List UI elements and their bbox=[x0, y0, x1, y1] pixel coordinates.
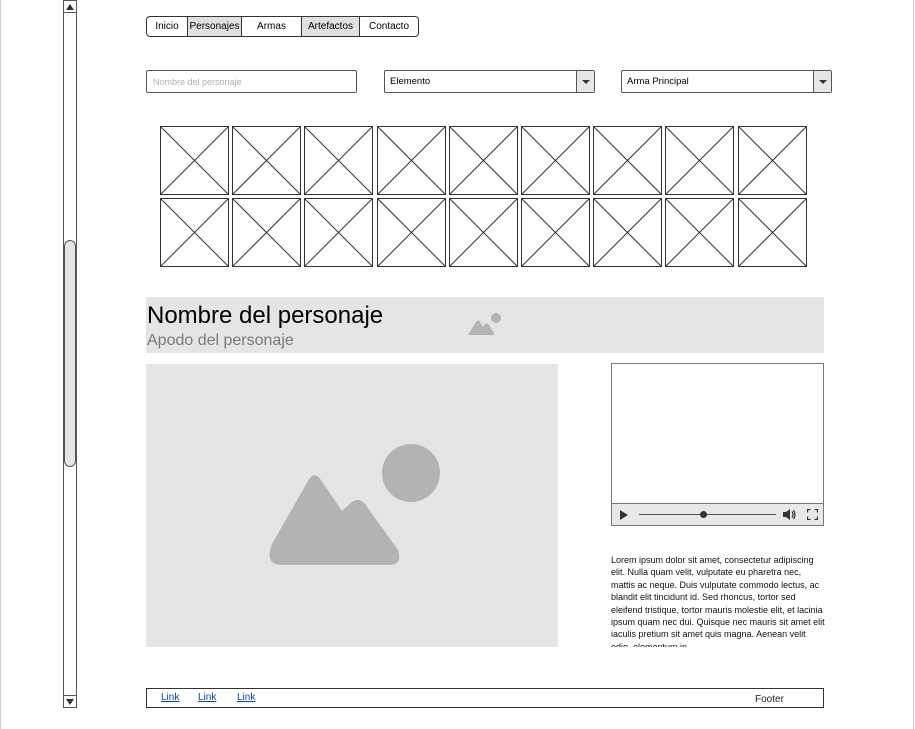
element-select-toggle[interactable] bbox=[576, 71, 594, 92]
vertical-scrollbar[interactable] bbox=[63, 0, 77, 708]
tab-inicio[interactable]: Inicio bbox=[146, 16, 188, 37]
tab-artefactos[interactable]: Artefactos bbox=[301, 16, 360, 37]
tab-contacto[interactable]: Contacto bbox=[359, 16, 419, 37]
footer: Link Link Link Footer bbox=[146, 688, 824, 708]
character-thumbnail[interactable] bbox=[665, 126, 735, 195]
element-select-value: Elemento bbox=[390, 76, 431, 87]
page-left-border bbox=[0, 0, 1, 729]
character-thumbnail[interactable] bbox=[593, 126, 663, 195]
video-seek-track[interactable] bbox=[639, 514, 776, 515]
scroll-up-icon bbox=[66, 3, 74, 10]
caret-down-icon bbox=[818, 79, 827, 84]
character-thumbnail[interactable] bbox=[593, 198, 663, 267]
character-description: Lorem ipsum dolor sit amet, consectetur … bbox=[611, 555, 825, 647]
image-placeholder-icon bbox=[468, 313, 501, 335]
footer-link-2[interactable]: Link bbox=[198, 692, 216, 703]
tab-personajes[interactable]: Personajes bbox=[187, 16, 242, 37]
wireframe-page: Inicio Personajes Armas Artefactos Conta… bbox=[0, 0, 915, 729]
footer-link-1[interactable]: Link bbox=[161, 692, 179, 703]
character-nickname: Apodo del personaje bbox=[147, 332, 294, 349]
scroll-down-icon bbox=[66, 698, 74, 705]
tab-armas[interactable]: Armas bbox=[241, 16, 302, 37]
character-thumbnail[interactable] bbox=[160, 126, 229, 195]
scroll-thumb[interactable] bbox=[64, 240, 76, 467]
character-thumbnail[interactable] bbox=[521, 126, 590, 195]
character-name: Nombre del personaje bbox=[147, 302, 384, 329]
character-thumbnail[interactable] bbox=[737, 198, 807, 267]
volume-icon[interactable] bbox=[782, 508, 796, 521]
caret-down-icon bbox=[581, 79, 590, 84]
element-select[interactable]: Elemento bbox=[384, 70, 595, 93]
page-right-border bbox=[913, 0, 914, 729]
character-thumbnail[interactable] bbox=[304, 198, 374, 267]
character-thumbnail[interactable] bbox=[304, 126, 374, 195]
main-nav-tabs: Inicio Personajes Armas Artefactos Conta… bbox=[146, 16, 419, 37]
fullscreen-icon[interactable] bbox=[807, 509, 818, 520]
play-icon[interactable] bbox=[620, 510, 628, 520]
character-thumbnail[interactable] bbox=[448, 198, 518, 267]
character-header: Nombre del personaje Apodo del personaje bbox=[146, 297, 824, 353]
character-thumbnail[interactable] bbox=[160, 198, 229, 267]
character-thumbnail[interactable] bbox=[665, 198, 735, 267]
character-name-input[interactable]: Nombre del personaje bbox=[146, 70, 357, 93]
footer-label: Footer bbox=[755, 694, 784, 705]
character-thumbnail[interactable] bbox=[376, 126, 446, 195]
image-placeholder-icon bbox=[269, 444, 440, 565]
footer-link-3[interactable]: Link bbox=[237, 692, 255, 703]
video-seek-knob[interactable] bbox=[699, 511, 707, 518]
scroll-down-button[interactable] bbox=[64, 695, 76, 707]
character-thumbnail[interactable] bbox=[232, 126, 302, 195]
character-thumbnail[interactable] bbox=[376, 198, 446, 267]
video-player[interactable] bbox=[611, 363, 824, 526]
video-controls bbox=[612, 503, 823, 525]
character-thumbnail[interactable] bbox=[448, 126, 518, 195]
character-thumbnail[interactable] bbox=[521, 198, 590, 267]
character-thumbnail[interactable] bbox=[232, 198, 302, 267]
character-main-image bbox=[146, 364, 558, 647]
weapon-select[interactable]: Arma Principal bbox=[621, 70, 832, 93]
weapon-select-toggle[interactable] bbox=[813, 71, 831, 92]
weapon-select-value: Arma Principal bbox=[627, 76, 689, 87]
character-thumbnail[interactable] bbox=[737, 126, 807, 195]
scroll-up-button[interactable] bbox=[64, 1, 76, 13]
